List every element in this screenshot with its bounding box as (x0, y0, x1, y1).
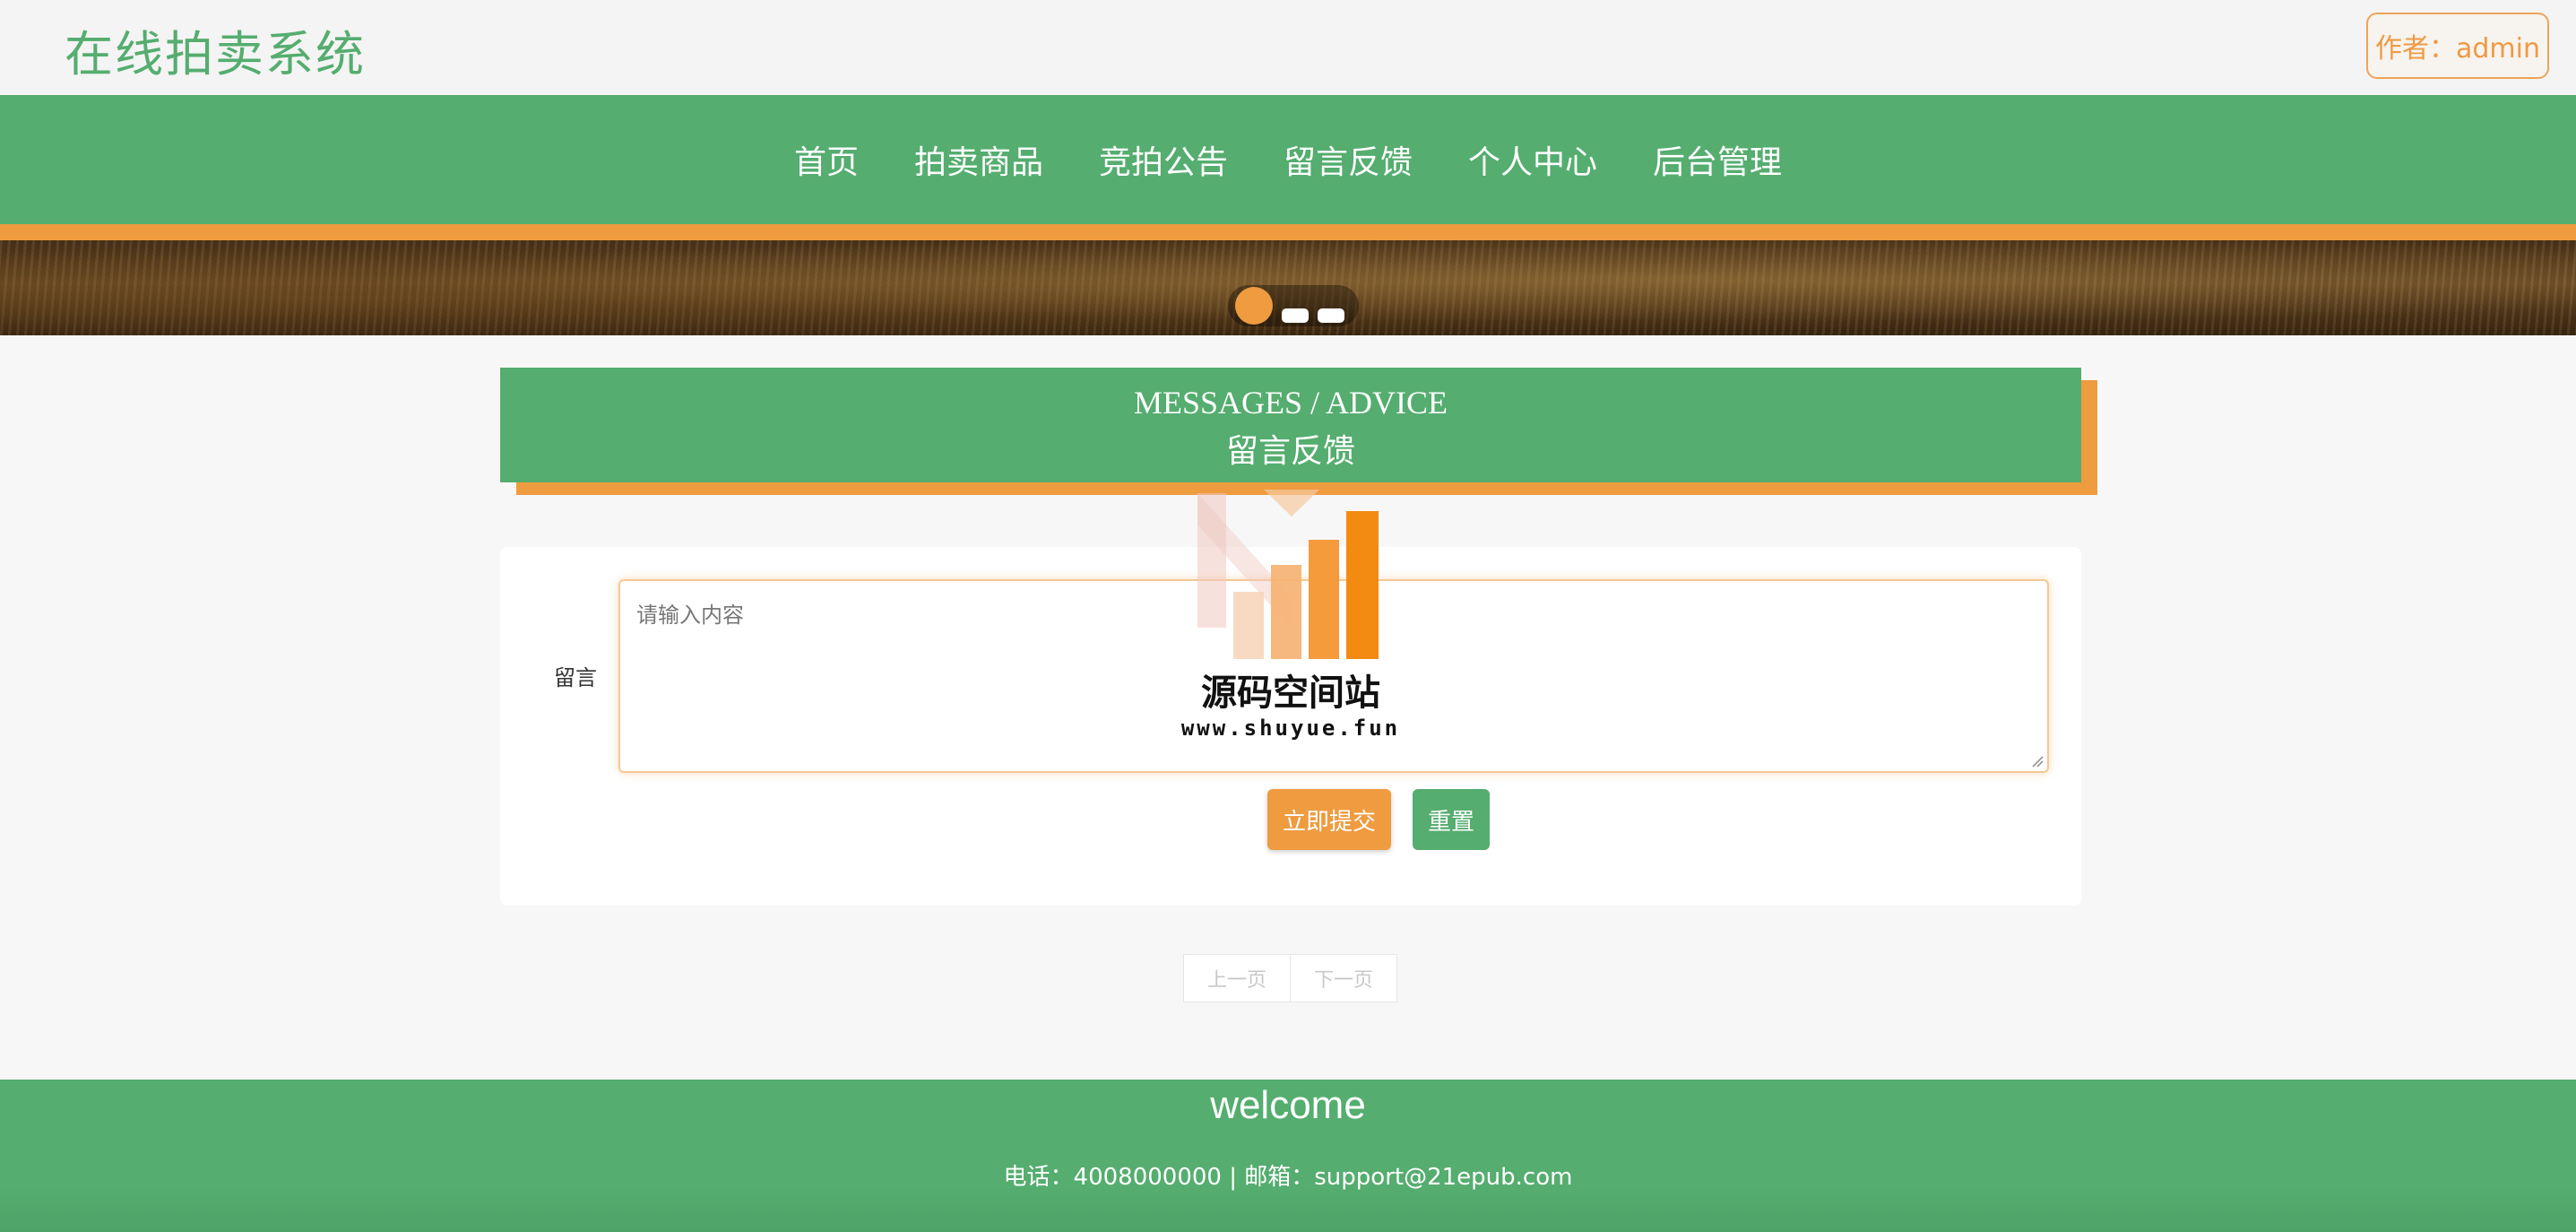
carousel-dot-3[interactable] (1318, 308, 1344, 323)
footer: welcome 电话：4008000000 | 邮箱：support@21epu… (0, 1080, 2576, 1232)
nav-item-bid-notices[interactable]: 竞拍公告 (1071, 136, 1256, 183)
pagination: 上一页 下一页 (1183, 954, 1397, 1002)
prev-page-button[interactable]: 上一页 (1184, 955, 1290, 1002)
next-page-button[interactable]: 下一页 (1290, 955, 1396, 1002)
watermark-title: 源码空间站 (1201, 672, 1380, 714)
site-title[interactable]: 在线拍卖系统 (65, 14, 366, 85)
nav-item-feedback[interactable]: 留言反馈 (1256, 136, 1440, 183)
top-header: 在线拍卖系统 作者：admin (0, 0, 2576, 95)
footer-contact: 电话：4008000000 | 邮箱：support@21epub.com (1003, 1164, 1573, 1191)
reset-button[interactable]: 重置 (1413, 789, 1490, 850)
submit-button[interactable]: 立即提交 (1267, 789, 1391, 850)
section-title-en: MESSAGES / ADVICE (1133, 385, 1448, 421)
author-button[interactable]: 作者：admin (2366, 13, 2549, 79)
nav-item-user-center[interactable]: 个人中心 (1440, 136, 1625, 183)
carousel-dot-2[interactable] (1282, 308, 1309, 323)
section-heading: MESSAGES / ADVICE 留言反馈 (500, 368, 2081, 482)
main-nav: 首页 拍卖商品 竞拍公告 留言反馈 个人中心 后台管理 (0, 95, 2576, 224)
section-title-cn: 留言反馈 (1225, 433, 1355, 470)
carousel-indicators (1228, 285, 1359, 326)
message-label: 留言 (554, 665, 597, 690)
banner-carousel (0, 240, 2576, 335)
nav-item-admin[interactable]: 后台管理 (1625, 136, 1810, 183)
nav-list: 首页 拍卖商品 竞拍公告 留言反馈 个人中心 后台管理 (0, 95, 2576, 224)
resize-grip-icon[interactable] (2031, 755, 2044, 768)
carousel-dot-1[interactable] (1235, 287, 1273, 325)
nav-accent-strip (0, 224, 2576, 240)
nav-item-home[interactable]: 首页 (766, 136, 886, 183)
footer-welcome: welcome (1210, 1083, 1366, 1127)
watermark-url: www.shuyue.fun (1180, 716, 1401, 741)
nav-item-auction-goods[interactable]: 拍卖商品 (886, 136, 1071, 183)
